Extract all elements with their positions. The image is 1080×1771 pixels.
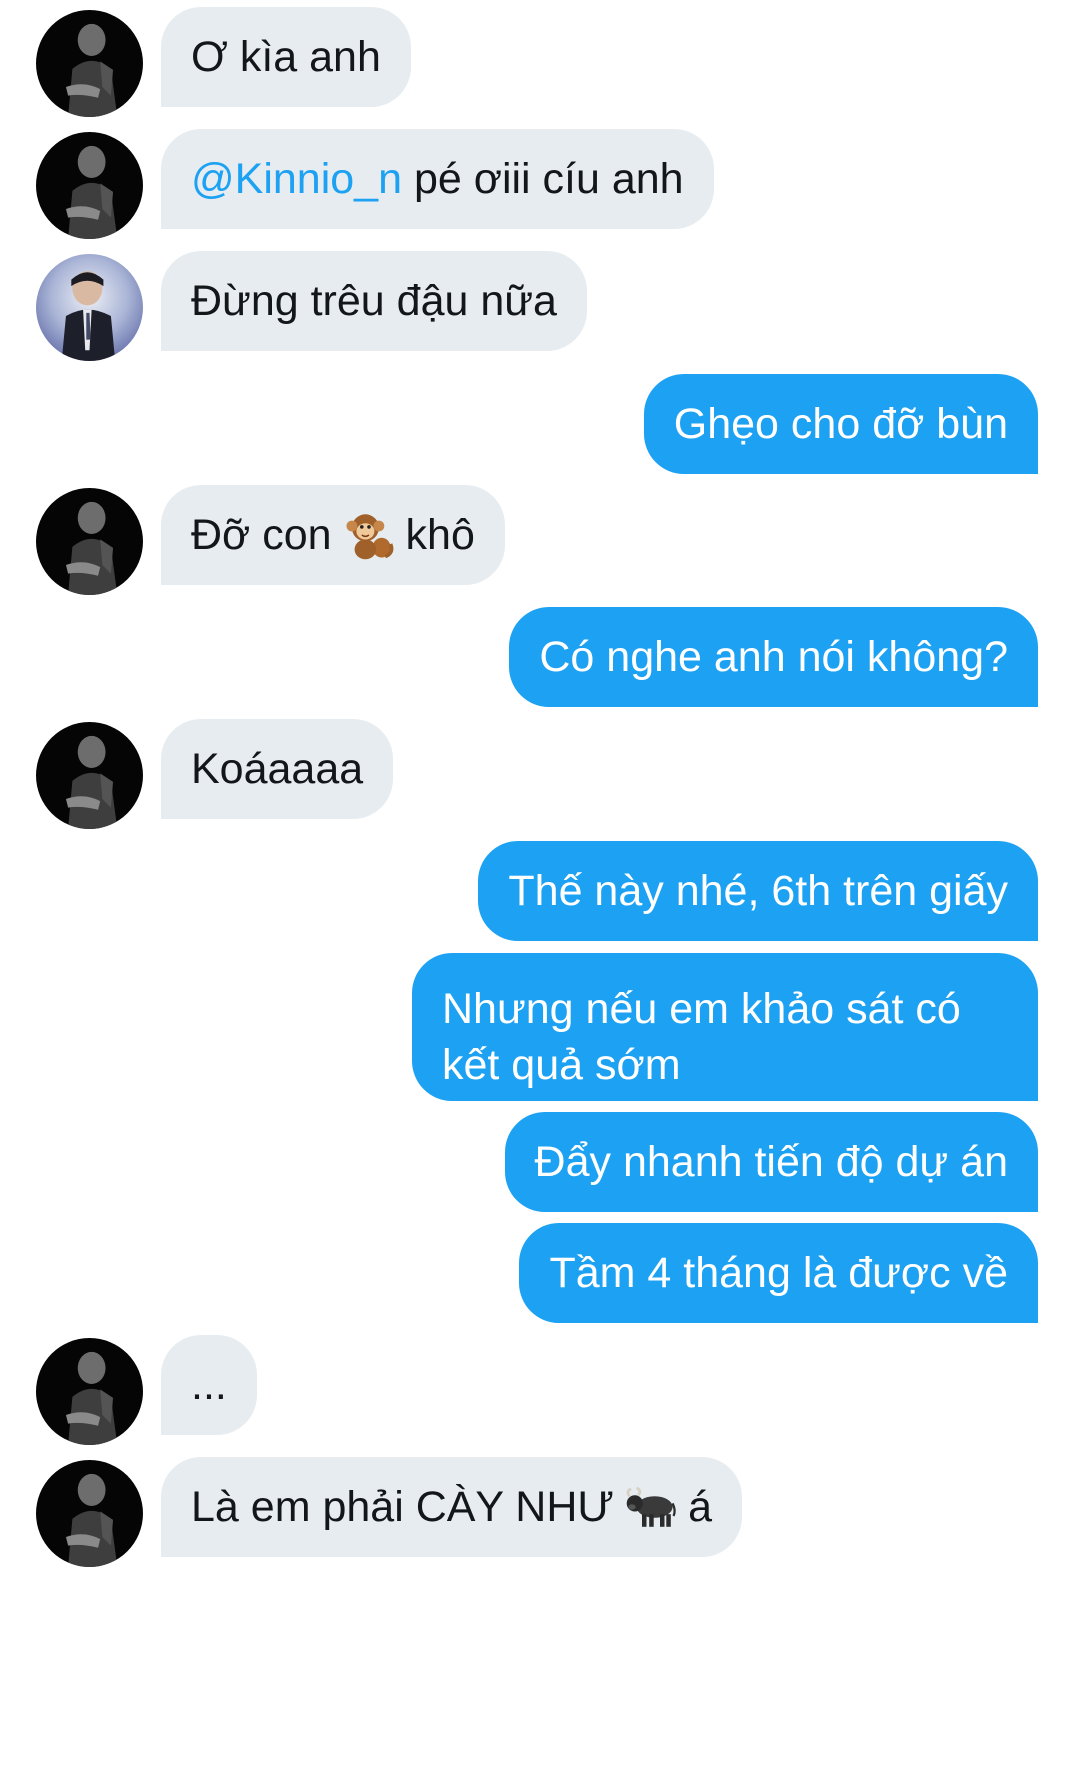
- avatar-dark-photo-icon: [36, 488, 143, 595]
- avatar-suit-photo-icon: [36, 254, 143, 361]
- avatar[interactable]: [36, 132, 143, 239]
- message-text: Thế này nhé, 6th trên giấy: [508, 867, 1008, 915]
- message-text: Ghẹo cho đỡ bùn: [673, 400, 1008, 448]
- message-bubble-outgoing[interactable]: Tầm 4 tháng là được về: [519, 1223, 1038, 1323]
- avatar[interactable]: [36, 488, 143, 595]
- message-bubble-incoming[interactable]: Đừng trêu đậu nữa: [161, 251, 587, 351]
- message-bubble-outgoing[interactable]: Ghẹo cho đỡ bùn: [643, 374, 1038, 474]
- avatar-dark-photo-icon: [36, 1338, 143, 1445]
- message-text: Đừng trêu đậu nữa: [191, 277, 557, 325]
- message-text: Nhưng nếu em khảo sát có kết quả sớm: [442, 985, 961, 1089]
- message-bubble-outgoing[interactable]: Nhưng nếu em khảo sát có kết quả sớm: [412, 953, 1038, 1101]
- avatar-dark-photo-icon: [36, 722, 143, 829]
- conversation-thread: Ơ kìa anh @Kinnio_n pé ơiii cíu anh Đừng…: [0, 0, 1080, 1771]
- avatar[interactable]: [36, 254, 143, 361]
- ox-emoji-icon: [624, 1480, 678, 1534]
- message-bubble-outgoing[interactable]: Thế này nhé, 6th trên giấy: [478, 841, 1038, 941]
- avatar-dark-photo-icon: [36, 1460, 143, 1567]
- message-text: pé ơiii cíu anh: [413, 155, 684, 203]
- message-text: Ơ kìa anh: [191, 33, 381, 81]
- message-bubble-outgoing[interactable]: Có nghe anh nói không?: [509, 607, 1038, 707]
- avatar-dark-photo-icon: [36, 10, 143, 117]
- message-bubble-incoming[interactable]: @Kinnio_n pé ơiii cíu anh: [161, 129, 714, 229]
- message-text: khô: [405, 511, 475, 559]
- message-text: Là em phải CÀY NHƯ: [191, 1483, 615, 1531]
- avatar[interactable]: [36, 1338, 143, 1445]
- monkey-emoji-icon: [342, 508, 396, 562]
- avatar[interactable]: [36, 10, 143, 117]
- message-bubble-incoming[interactable]: Là em phải CÀY NHƯ á: [161, 1457, 743, 1557]
- message-text: Có nghe anh nói không?: [539, 633, 1008, 681]
- message-text: ...: [191, 1361, 227, 1409]
- message-text: Koáaaaa: [191, 745, 364, 793]
- avatar-dark-photo-icon: [36, 132, 143, 239]
- message-bubble-incoming[interactable]: ...: [161, 1335, 257, 1435]
- message-bubble-outgoing[interactable]: Đẩy nhanh tiến độ dự án: [504, 1112, 1038, 1212]
- avatar[interactable]: [36, 722, 143, 829]
- message-text: á: [688, 1483, 713, 1531]
- message-text: Đỡ con: [191, 511, 332, 559]
- message-bubble-incoming[interactable]: Ơ kìa anh: [161, 7, 411, 107]
- message-bubble-incoming[interactable]: Koáaaaa: [161, 719, 394, 819]
- avatar[interactable]: [36, 1460, 143, 1567]
- message-bubble-incoming[interactable]: Đỡ con khô: [161, 485, 505, 585]
- message-text: Đẩy nhanh tiến độ dự án: [534, 1138, 1008, 1186]
- mention-link[interactable]: @Kinnio_n: [191, 151, 402, 207]
- message-text: Tầm 4 tháng là được về: [549, 1249, 1008, 1297]
